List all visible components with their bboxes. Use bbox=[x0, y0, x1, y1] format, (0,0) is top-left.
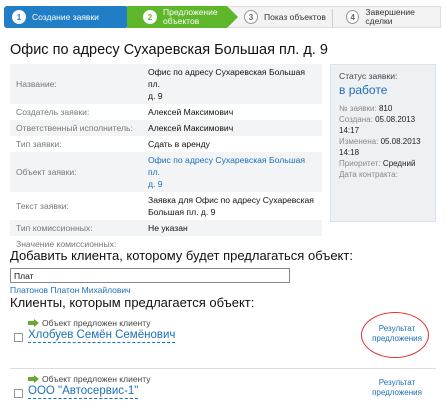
step-label: Показ объектов bbox=[264, 11, 326, 22]
request-details-table: Название: Офис по адресу Сухаревская Бол… bbox=[10, 64, 322, 252]
offer-result-line2: предложения bbox=[372, 388, 422, 397]
request-number: 810 bbox=[378, 104, 393, 113]
detail-key: Создатель заявки: bbox=[16, 107, 90, 117]
green-arrow-icon bbox=[28, 319, 39, 327]
detail-row: Тип комиссионных: Не указан bbox=[10, 220, 322, 236]
detail-value-line1: Офис по адресу Сухаревская Большая пл. bbox=[148, 67, 306, 89]
detail-value: Офис по адресу Сухаревская Большая пл. д.… bbox=[142, 64, 322, 104]
step-number: 3 bbox=[244, 10, 258, 24]
priority-row: Приоритет: Средний bbox=[339, 158, 427, 169]
step-offer-objects[interactable]: 2 Предложение объектов bbox=[127, 6, 238, 28]
highlight-oval bbox=[361, 312, 429, 358]
offered-status: Объект предложен клиенту bbox=[28, 374, 150, 384]
detail-row: Объект заявки: Офис по адресу Сухаревска… bbox=[10, 152, 322, 192]
contract-date-label: Дата контракта: bbox=[339, 170, 398, 179]
priority-value: Средний bbox=[382, 159, 416, 168]
page-title: Офис по адресу Сухаревская Большая пл. д… bbox=[10, 42, 328, 58]
client-checkbox[interactable] bbox=[14, 389, 23, 398]
step-complete-deal[interactable]: 4 Завершение сделки bbox=[332, 6, 441, 28]
detail-value: Сдать в аренду bbox=[148, 139, 210, 149]
status-value: в работе bbox=[339, 83, 388, 97]
step-label-line2: объектов bbox=[163, 16, 200, 26]
step-show-objects[interactable]: 3 Показ объектов bbox=[228, 6, 332, 28]
detail-value: Заявка для Офис по адресу Сухаревская Бол… bbox=[142, 192, 322, 220]
offered-status-text: Объект предложен клиенту bbox=[42, 374, 151, 384]
offer-result-link[interactable]: Результат предложения bbox=[367, 378, 427, 398]
detail-value: Алексей Максимович bbox=[142, 120, 322, 136]
modified-label: Изменена: bbox=[339, 137, 379, 146]
client-name-link[interactable]: Хлобуев Семён Семёнович bbox=[28, 329, 176, 343]
created-label: Создана: bbox=[339, 115, 373, 124]
status-label: Статус заявки: bbox=[339, 71, 398, 81]
offered-status-text: Объект предложен клиенту bbox=[42, 318, 151, 328]
modified-row: Изменена: 05.08.2013 14:18 bbox=[339, 136, 427, 158]
client-suggestion[interactable]: Платонов Платон Михайлович bbox=[10, 285, 131, 295]
detail-value-line1: Офис по адресу Сухаревская Большая пл. bbox=[148, 155, 306, 177]
detail-value: Не указан bbox=[142, 220, 322, 236]
green-arrow-icon bbox=[28, 375, 39, 383]
step-create-request[interactable]: 1 Создание заявки bbox=[4, 6, 137, 28]
detail-value-line2: д. 9 bbox=[148, 179, 163, 189]
request-number-row: № заявки: 810 bbox=[339, 103, 427, 114]
detail-key: Тип заявки: bbox=[16, 139, 62, 149]
request-object-link[interactable]: Офис по адресу Сухаревская Большая пл. д.… bbox=[142, 152, 322, 192]
detail-value: Алексей Максимович bbox=[148, 107, 234, 117]
offered-status: Объект предложен клиенту bbox=[28, 318, 150, 328]
created-time: 14:17 bbox=[339, 126, 360, 135]
status-panel: Статус заявки: в работе № заявки: 810 Со… bbox=[330, 64, 436, 222]
detail-value-line2: Большая пл. д. 9 bbox=[148, 207, 216, 217]
offer-result-line1: Результат bbox=[378, 378, 416, 387]
client-checkbox[interactable] bbox=[14, 333, 23, 342]
client-search-input[interactable] bbox=[10, 268, 290, 283]
offered-clients-heading: Клиенты, которым предлагается объект: bbox=[10, 295, 255, 310]
step-number: 2 bbox=[143, 10, 157, 24]
step-label: Завершение сделки bbox=[365, 7, 415, 26]
contract-row: Дата контракта: bbox=[339, 169, 427, 180]
step-label: Предложение объектов bbox=[163, 8, 218, 26]
priority-label: Приоритет: bbox=[339, 159, 381, 168]
created-row: Создана: 05.08.2013 14:17 bbox=[339, 114, 427, 136]
step-label: Создание заявки bbox=[32, 11, 99, 22]
step-number: 4 bbox=[346, 10, 360, 24]
detail-key: Объект заявки: bbox=[10, 152, 142, 192]
detail-value-line1: Заявка для Офис по адресу Сухаревская bbox=[148, 195, 314, 205]
detail-row: Ответственный исполнитель: Алексей Макси… bbox=[10, 120, 322, 136]
divider bbox=[10, 368, 436, 369]
detail-row: Название: Офис по адресу Сухаревская Бол… bbox=[10, 64, 322, 104]
detail-row: Тип заявки: Сдать в аренду bbox=[10, 136, 322, 152]
detail-row: Создатель заявки: Алексей Максимович bbox=[10, 104, 322, 120]
step-number: 1 bbox=[12, 10, 26, 24]
detail-value-line2: д. 9 bbox=[148, 91, 163, 101]
request-number-label: № заявки: bbox=[339, 104, 377, 113]
client-name-link[interactable]: ООО "Автосервис-1" bbox=[28, 385, 139, 399]
detail-row: Текст заявки: Заявка для Офис по адресу … bbox=[10, 192, 322, 220]
detail-key: Ответственный исполнитель: bbox=[10, 120, 142, 136]
detail-key: Тип комиссионных: bbox=[10, 220, 142, 236]
detail-key: Название: bbox=[10, 64, 142, 104]
wizard-steps: 1 Создание заявки 2 Предложение объектов … bbox=[4, 6, 441, 28]
modified-date: 05.08.2013 bbox=[380, 137, 421, 146]
detail-key: Текст заявки: bbox=[16, 201, 69, 211]
modified-time: 14:18 bbox=[339, 148, 360, 157]
add-client-heading: Добавить клиента, которому будет предлаг… bbox=[10, 248, 353, 263]
created-date: 05.08.2013 bbox=[375, 115, 416, 124]
